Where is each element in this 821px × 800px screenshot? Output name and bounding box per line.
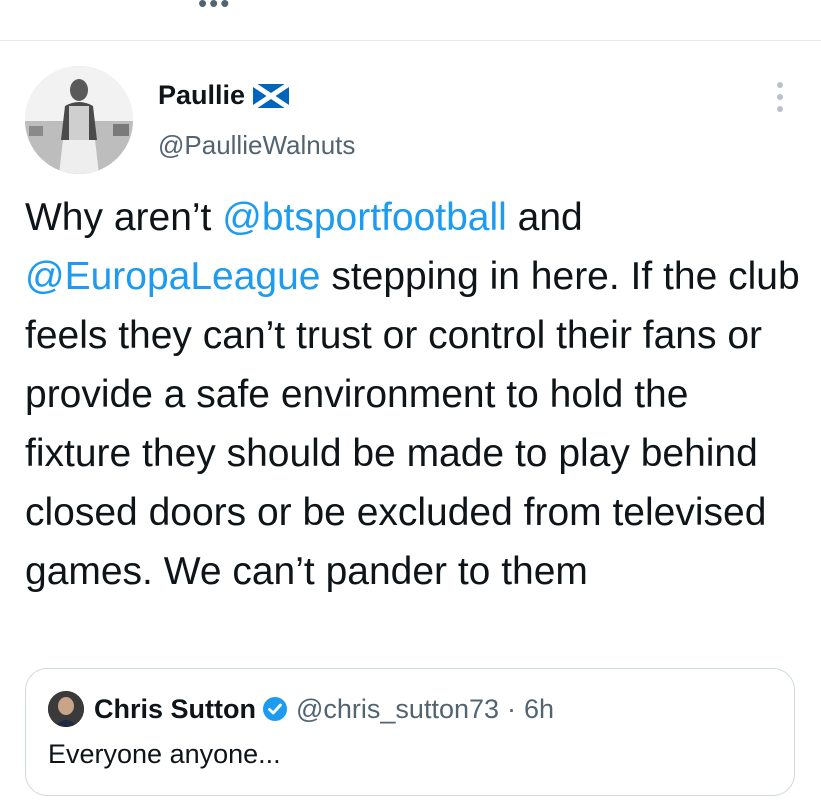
mention-link[interactable]: @EuropaLeague xyxy=(25,255,321,298)
quoted-author-name[interactable]: Chris Sutton xyxy=(94,694,256,725)
author-display-name[interactable]: Paullie xyxy=(158,80,245,111)
tweet-text-segment: Why aren’t xyxy=(25,196,223,239)
quoted-tweet-header: Chris Sutton @chris_sutton73 · 6h xyxy=(48,691,554,727)
quoted-timestamp[interactable]: 6h xyxy=(524,694,554,725)
verified-badge-icon xyxy=(262,696,288,722)
divider xyxy=(0,40,821,41)
mention-link[interactable]: @btsportfootball xyxy=(222,196,507,239)
separator-dot: · xyxy=(507,693,517,724)
tweet-text: Why aren’t @btsportfootball and @EuropaL… xyxy=(25,188,805,601)
more-options-icon[interactable] xyxy=(770,82,790,112)
author-name-row[interactable]: Paullie xyxy=(158,80,291,111)
tweet-text-segment: and xyxy=(506,196,583,239)
author-handle[interactable]: @PaullieWalnuts xyxy=(158,130,355,161)
quoted-author-handle[interactable]: @chris_sutton73 xyxy=(296,694,499,725)
top-strip: ••• xyxy=(0,0,821,40)
scotland-flag-icon xyxy=(251,81,291,110)
avatar[interactable] xyxy=(25,66,133,174)
quoted-tweet-text: Everyone anyone... xyxy=(48,739,281,769)
quoted-tweet-card[interactable]: Chris Sutton @chris_sutton73 · 6h Everyo… xyxy=(25,668,795,796)
quoted-avatar[interactable] xyxy=(48,691,84,727)
more-dots-icon[interactable]: ••• xyxy=(198,0,231,19)
tweet-text-segment: stepping in here. If the club feels they… xyxy=(25,255,800,593)
